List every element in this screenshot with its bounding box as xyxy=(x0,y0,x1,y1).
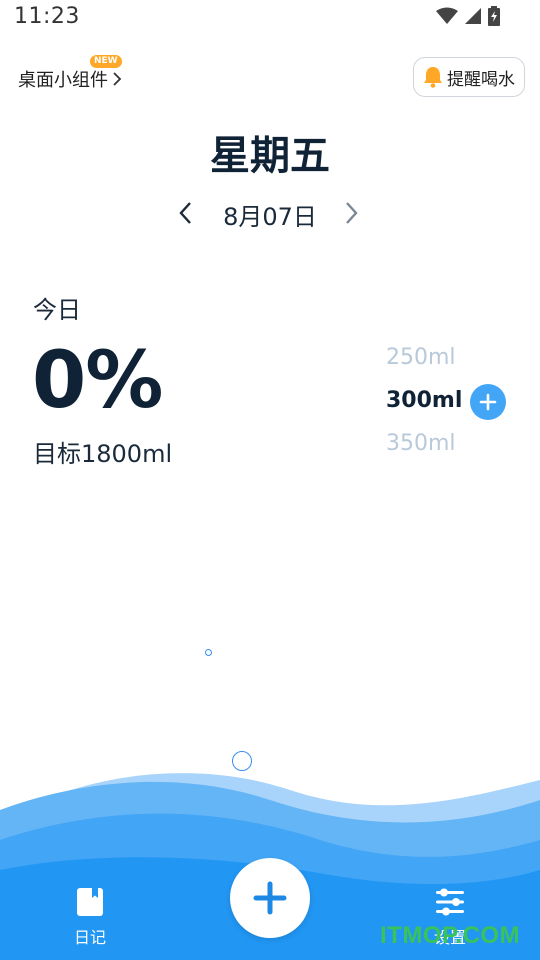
plus-icon xyxy=(479,393,497,411)
nav-diary-label: 日记 xyxy=(73,928,106,947)
date-navigator: 8月07日 xyxy=(0,195,540,231)
bubble-decoration xyxy=(205,649,212,656)
volume-option-350[interactable]: 350ml xyxy=(386,431,456,456)
status-time: 11:23 xyxy=(14,4,80,29)
intake-percent: 0% xyxy=(32,336,163,426)
date-label: 8月07日 xyxy=(223,203,317,231)
diary-book-icon xyxy=(77,888,103,916)
watermark: ITMOP.COM xyxy=(380,922,521,949)
chevron-right-icon[interactable] xyxy=(341,199,361,227)
volume-option-250[interactable]: 250ml xyxy=(386,345,456,370)
today-label: 今日 xyxy=(33,296,81,324)
nav-diary[interactable]: 日记 xyxy=(64,886,116,948)
plus-icon xyxy=(253,881,287,915)
signal-icon xyxy=(465,8,481,24)
wifi-icon xyxy=(436,7,458,24)
drink-reminder-button[interactable]: 提醒喝水 xyxy=(413,57,525,97)
add-drink-button[interactable] xyxy=(230,858,310,938)
bell-icon xyxy=(424,67,442,88)
settings-sliders-icon xyxy=(436,888,464,916)
status-icons xyxy=(436,6,500,26)
battery-icon xyxy=(488,6,500,26)
new-badge: NEW xyxy=(90,55,122,68)
desktop-widget-link[interactable]: 桌面小组件 xyxy=(18,66,122,92)
chevron-right-icon xyxy=(113,72,122,86)
volume-option-selected[interactable]: 300ml xyxy=(386,388,462,413)
daily-goal: 目标1800ml xyxy=(33,440,173,468)
weekday-title: 星期五 xyxy=(210,133,330,179)
desktop-widget-label: 桌面小组件 xyxy=(18,70,108,91)
status-bar: 11:23 xyxy=(0,0,540,38)
add-volume-button[interactable] xyxy=(470,384,506,420)
drink-reminder-label: 提醒喝水 xyxy=(447,69,515,90)
